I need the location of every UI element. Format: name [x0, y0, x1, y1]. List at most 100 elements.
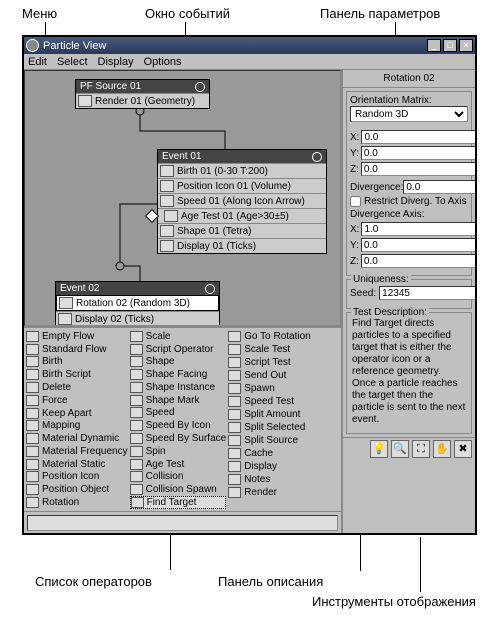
- palette-item[interactable]: Send Out: [228, 369, 311, 382]
- palette-item[interactable]: Go To Rotation: [228, 330, 311, 343]
- palette-item[interactable]: Mapping: [26, 419, 128, 432]
- operator-row[interactable]: Render 01 (Geometry): [76, 93, 209, 108]
- restrict-checkbox[interactable]: [350, 196, 361, 207]
- y-input[interactable]: [361, 146, 475, 160]
- event-canvas[interactable]: PF Source 01 Render 01 (Geometry) Event …: [24, 70, 341, 326]
- palette-item[interactable]: Render: [228, 486, 311, 499]
- parameters-panel: Rotation 02 Orientation Matrix: Random 3…: [343, 70, 475, 533]
- palette-item[interactable]: Birth: [26, 356, 128, 369]
- menu-edit[interactable]: Edit: [28, 56, 47, 68]
- menu-select[interactable]: Select: [57, 56, 88, 68]
- node-header[interactable]: PF Source 01: [76, 80, 209, 93]
- palette-item[interactable]: Rotation: [26, 496, 128, 509]
- palette-item[interactable]: Spin: [130, 445, 227, 458]
- palette-item[interactable]: Notes: [228, 473, 311, 486]
- operator-row[interactable]: Shape 01 (Tetra): [158, 223, 326, 238]
- palette-label: Mapping: [42, 420, 80, 431]
- palette-item[interactable]: Keep Apart: [26, 407, 128, 420]
- palette-item[interactable]: Birth Script: [26, 368, 128, 381]
- palette-item[interactable]: Collision: [130, 470, 227, 483]
- palette-item[interactable]: Material Dynamic: [26, 432, 128, 445]
- palette-item[interactable]: Position Object: [26, 483, 128, 496]
- palette-item[interactable]: Split Source: [228, 434, 311, 447]
- shape-icon: [160, 225, 174, 237]
- palette-label: Speed: [146, 407, 175, 418]
- palette-item[interactable]: Speed By Surface: [130, 432, 227, 445]
- node-header[interactable]: Event 02: [56, 282, 219, 295]
- divaxis-label: Divergence Axis:: [350, 209, 468, 220]
- operator-row[interactable]: Display 01 (Ticks): [158, 238, 326, 253]
- palette-item[interactable]: Empty Flow: [26, 330, 128, 343]
- param-title: Rotation 02: [343, 70, 475, 88]
- operator-row[interactable]: Speed 01 (Along Icon Arrow): [158, 193, 326, 208]
- palette-item[interactable]: Delete: [26, 381, 128, 394]
- divergence-input[interactable]: [403, 180, 475, 194]
- operator-icon: [228, 344, 241, 355]
- dz-input[interactable]: [361, 254, 475, 268]
- palette-item[interactable]: Script Test: [228, 356, 311, 369]
- palette-item[interactable]: Display: [228, 460, 311, 473]
- z-input[interactable]: [361, 162, 475, 176]
- operator-row[interactable]: Birth 01 (0-30 T:200): [158, 163, 326, 178]
- dx-input[interactable]: [361, 222, 475, 236]
- test-output-port[interactable]: [145, 209, 159, 223]
- orientation-combo[interactable]: Random 3D: [350, 106, 468, 122]
- palette-item[interactable]: Shape Instance: [130, 381, 227, 394]
- palette-item[interactable]: Split Amount: [228, 408, 311, 421]
- node-toggle-icon[interactable]: [195, 82, 205, 92]
- palette-item[interactable]: Standard Flow: [26, 343, 128, 356]
- palette-item[interactable]: Position Icon: [26, 471, 128, 484]
- operator-icon: [130, 433, 143, 444]
- operator-row[interactable]: Position Icon 01 (Volume): [158, 178, 326, 193]
- palette-item[interactable]: Spawn: [228, 382, 311, 395]
- palette-item[interactable]: Speed By Icon: [130, 419, 227, 432]
- operator-icon: [130, 356, 143, 367]
- palette-item[interactable]: Material Static: [26, 458, 128, 471]
- palette-item[interactable]: Speed Test: [228, 395, 311, 408]
- minimize-button[interactable]: _: [427, 39, 441, 52]
- menu-display[interactable]: Display: [98, 56, 134, 68]
- node-header[interactable]: Event 01: [158, 150, 326, 163]
- palette-item[interactable]: Shape: [130, 356, 227, 369]
- close-button[interactable]: ×: [459, 39, 473, 52]
- tool-pan-icon[interactable]: ✋: [433, 440, 451, 458]
- tool-nodisplay-icon[interactable]: ✖: [454, 440, 472, 458]
- palette-item[interactable]: Speed: [130, 407, 227, 420]
- operator-icon: [26, 408, 39, 419]
- tool-zoom-icon[interactable]: 🔍: [391, 440, 409, 458]
- palette-item[interactable]: Scale: [130, 330, 227, 343]
- node-pf-source[interactable]: PF Source 01 Render 01 (Geometry): [75, 79, 210, 109]
- palette-item[interactable]: Shape Facing: [130, 368, 227, 381]
- dx-label: X:: [350, 224, 359, 235]
- palette-item[interactable]: Age Test: [130, 458, 227, 471]
- palette-item[interactable]: Material Frequency: [26, 445, 128, 458]
- palette-label: Shape: [146, 356, 175, 367]
- node-event-01[interactable]: Event 01 Birth 01 (0-30 T:200) Position …: [157, 149, 327, 254]
- node-toggle-icon[interactable]: [312, 152, 322, 162]
- operator-row[interactable]: Age Test 01 (Age>30±5): [158, 208, 326, 223]
- palette-item[interactable]: Shape Mark: [130, 394, 227, 407]
- palette-item[interactable]: Split Selected: [228, 421, 311, 434]
- palette-item[interactable]: Force: [26, 394, 128, 407]
- annot-parampanel: Панель параметров: [320, 6, 440, 21]
- palette-item[interactable]: Scale Test: [228, 343, 311, 356]
- tool-lightbulb-icon[interactable]: 💡: [370, 440, 388, 458]
- palette-item[interactable]: Find Target: [130, 496, 227, 509]
- palette-item[interactable]: Script Operator: [130, 343, 227, 356]
- dy-input[interactable]: [361, 238, 475, 252]
- palette-item[interactable]: Cache: [228, 447, 311, 460]
- palette-item[interactable]: Collision Spawn: [130, 483, 227, 496]
- node-event-02[interactable]: Event 02 Rotation 02 (Random 3D) Display…: [55, 281, 220, 326]
- titlebar[interactable]: Particle View _ □ ×: [24, 37, 475, 54]
- menubar: Edit Select Display Options: [24, 54, 475, 70]
- node-toggle-icon[interactable]: [205, 284, 215, 294]
- operator-row[interactable]: Rotation 02 (Random 3D): [56, 295, 219, 311]
- menu-options[interactable]: Options: [144, 56, 182, 68]
- x-input[interactable]: [361, 130, 475, 144]
- tool-zoomextents-icon[interactable]: ⛶: [412, 440, 430, 458]
- desc-legend: Test Description:: [351, 307, 429, 318]
- operator-icon: [228, 357, 241, 368]
- operator-row[interactable]: Display 02 (Ticks): [56, 311, 219, 326]
- seed-input[interactable]: [379, 286, 475, 300]
- maximize-button[interactable]: □: [443, 39, 457, 52]
